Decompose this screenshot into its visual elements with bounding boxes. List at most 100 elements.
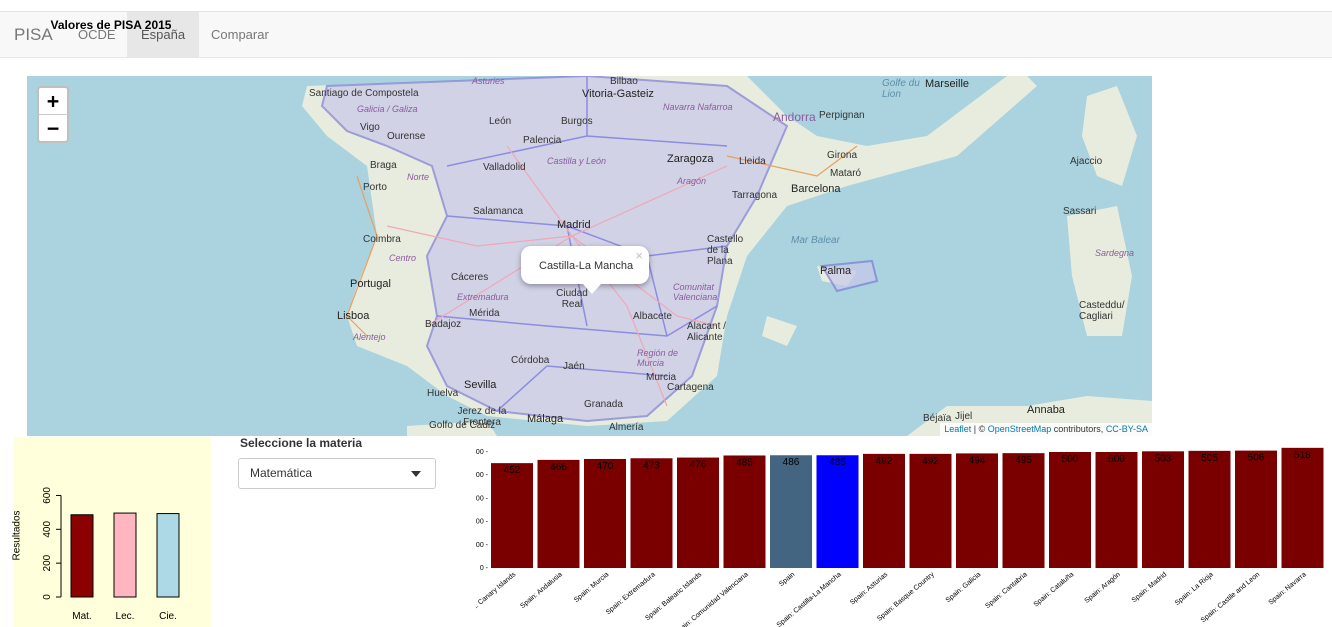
map-label: Sardegna	[1095, 248, 1135, 258]
bar-value-label: 503	[1155, 453, 1172, 464]
bar-value-label: 505	[1201, 453, 1218, 464]
map-label: Palma	[820, 265, 852, 277]
x-tick-label: Spain: Madrid	[1131, 571, 1169, 604]
map-label: Bilbao	[610, 76, 638, 87]
materia-selected: Matemática	[250, 466, 313, 480]
map-label: Ourense	[387, 131, 426, 142]
map-label: Andorra	[773, 110, 816, 124]
map-label: Burgos	[561, 116, 593, 127]
map-label: Ajaccio	[1070, 156, 1103, 167]
bar-value-label: 476	[690, 460, 707, 471]
bar-value-label: 518	[1294, 450, 1311, 461]
map-label: Madrid	[557, 219, 591, 231]
bar-value-label: 494	[969, 455, 986, 466]
osm-link[interactable]: OpenStreetMap	[988, 424, 1052, 434]
bar	[1235, 450, 1277, 568]
map-label: Tarragona	[732, 190, 778, 201]
bar-value-label: 500	[1062, 454, 1079, 465]
bar	[156, 513, 180, 598]
bar-value-label: 486	[783, 457, 800, 468]
x-label: Cie.	[159, 611, 177, 622]
bar	[630, 458, 673, 568]
map-label: Palencia	[523, 135, 562, 146]
materia-select[interactable]: Matemática	[238, 458, 436, 489]
map-attribution: Leaflet | © OpenStreetMap contributors, …	[940, 423, 1152, 436]
map-label: Huelva	[427, 388, 459, 399]
map-label: Región de Murcia	[637, 348, 679, 368]
bar	[1049, 452, 1091, 568]
y-tick-label: 600	[42, 487, 53, 504]
map-label: Santiago de Compostela	[309, 88, 419, 99]
bar-value-label: 470	[597, 461, 614, 472]
x-tick-label: Spain: Asturias	[849, 571, 890, 607]
bar-value-label: 466	[550, 462, 567, 473]
bar	[491, 463, 533, 568]
attribution-contrib: contributors,	[1051, 424, 1106, 434]
x-tick-label: Spain: Comunidad Valenciana	[674, 571, 750, 627]
bar	[1281, 447, 1324, 568]
x-label: Lec.	[116, 611, 135, 622]
license-link[interactable]: CC-BY-SA	[1106, 424, 1148, 434]
map-label: Valladolid	[483, 162, 526, 173]
map-label: Annaba	[1027, 404, 1065, 416]
bar	[537, 459, 580, 568]
map-label: Cáceres	[451, 272, 489, 283]
x-tick-label: Spain	[778, 571, 796, 588]
x-tick-label: Spain: Extremadura	[605, 571, 657, 616]
bar	[1002, 453, 1045, 568]
x-label: Mat.	[72, 611, 91, 622]
map-label: Badajoz	[425, 319, 462, 330]
map-label: Salamanca	[473, 206, 524, 217]
x-tick-label: Spain: Cataluña	[1033, 571, 1076, 608]
bar-value-label: 492	[876, 456, 893, 467]
map-label: Braga	[370, 160, 397, 171]
bar-value-label: 492	[922, 456, 939, 467]
bar-value-label: 486	[829, 457, 846, 468]
map-label: Coimbra	[363, 234, 401, 245]
y-tick-label: 100 -	[476, 542, 489, 549]
y-tick-label: 200 -	[476, 519, 489, 526]
x-tick-label: Spain: Galicia	[945, 571, 983, 604]
bar-value-label: 506	[1248, 453, 1265, 464]
popup-tip	[583, 284, 601, 294]
map-label: Sassari	[1063, 206, 1097, 217]
bar	[677, 457, 719, 568]
map-label: Sevilla	[464, 379, 497, 391]
bar	[770, 455, 812, 568]
map-label: Girona	[827, 150, 858, 161]
x-tick-label: Spain: Cantabria	[984, 571, 1029, 610]
map-label: Marseille	[925, 78, 970, 90]
map-label: Alentejo	[353, 332, 386, 342]
map-label: León	[489, 116, 512, 127]
y-tick-label: 300 -	[476, 495, 489, 502]
chevron-down-icon	[411, 471, 421, 477]
map-label: Navarra Nafarroa	[663, 102, 733, 112]
x-tick-label: Spain: Murcia	[573, 571, 610, 604]
map-label: Casteddu/ Cagliari	[1079, 300, 1125, 322]
map-label: Centro	[389, 253, 417, 263]
bar-value-label: 485	[736, 457, 753, 468]
map-label: Portugal	[350, 278, 391, 290]
popup-text: Castilla-La Mancha	[539, 260, 634, 272]
zoom-control: + −	[37, 86, 69, 143]
map-label: Zaragoza	[667, 153, 714, 165]
map-label: Comunitat Valenciana	[673, 282, 718, 302]
bar	[909, 453, 952, 568]
map-label: Castello de la Plana	[707, 234, 744, 267]
zoom-in-button[interactable]: +	[39, 88, 67, 114]
map-label: Extremadura	[457, 292, 509, 302]
close-icon[interactable]: ×	[635, 248, 643, 263]
map-label: Málaga	[527, 413, 564, 425]
bar	[1188, 450, 1231, 568]
bar	[723, 455, 766, 568]
leaflet-link[interactable]: Leaflet	[944, 424, 971, 434]
map-label: Aragón	[677, 176, 707, 186]
map-label: Jaén	[563, 361, 585, 372]
map-label: Cartagena	[667, 382, 714, 393]
map-label: Perpignan	[819, 110, 865, 121]
map-label: Mérida	[469, 308, 500, 319]
map-label: Mataró	[830, 168, 862, 179]
zoom-out-button[interactable]: −	[39, 114, 67, 141]
x-tick-label: Spain: Andalusia	[519, 571, 564, 610]
bar	[863, 453, 905, 568]
